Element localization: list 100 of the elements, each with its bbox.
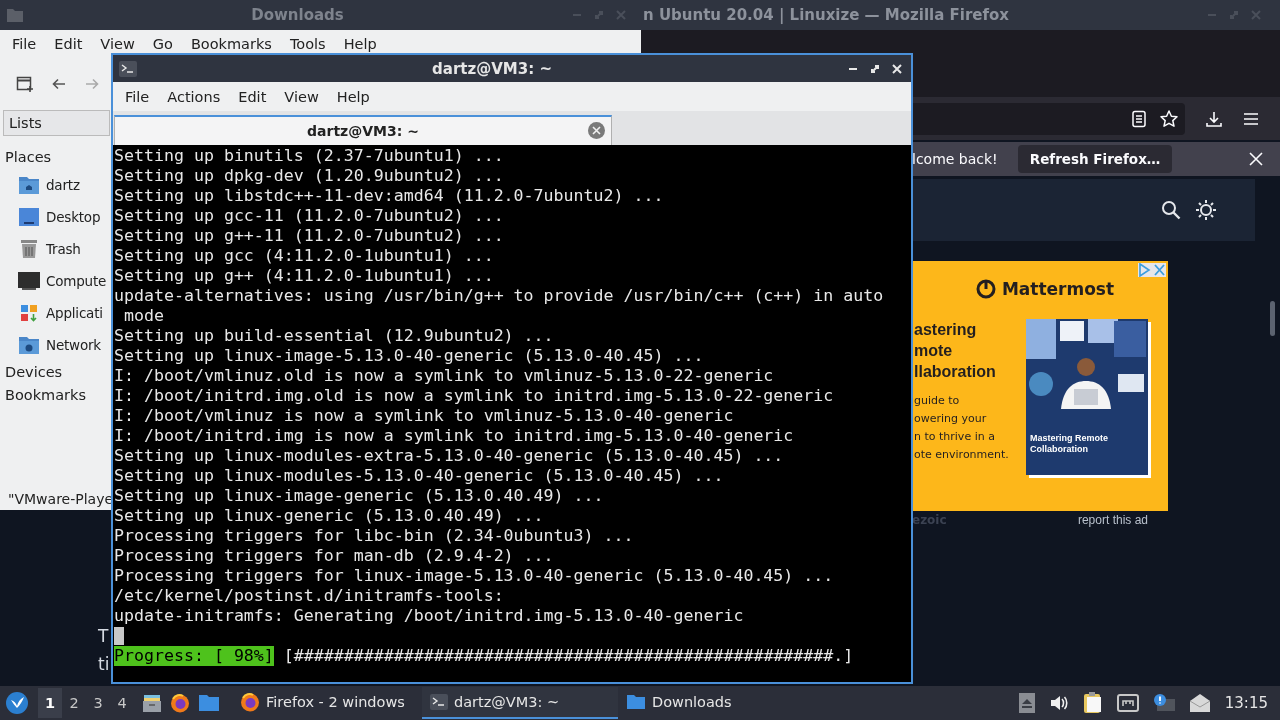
place-item[interactable]: Applicati [5,297,103,329]
eject-icon[interactable] [1018,693,1035,713]
terminal-line: Setting up dpkg-dev (1.20.9ubuntu2) ... [114,166,504,186]
terminal-line: I: /boot/initrd.img is now a symlink to initrd.img-5.13.0-40-generic [114,426,794,446]
menu-item[interactable]: Actions [158,88,230,105]
applications-icon [18,303,40,323]
terminal-line: I: /boot/vmlinuz.old is now a symlink to vmlinuz-5.13.0-22-generic [114,366,774,386]
clock[interactable]: 13:15 [1224,694,1268,712]
section-heading: Places [5,148,52,167]
terminal-line: Setting up build-essential (12.9ubuntu2) ... [114,326,554,346]
network-folder-icon [18,335,40,355]
menu-item[interactable]: Help [327,88,379,105]
start-menu-icon[interactable] [6,692,28,714]
terminal-line: Processing triggers for linux-image-5.13.0-40-generic (5.13.0-40.45) ... [114,566,834,586]
menu-item[interactable]: Edit [45,36,92,52]
menu-item[interactable]: File [3,36,46,52]
task-button[interactable]: Downloads [618,687,814,719]
book-title: Mastering Remote Collaboration [1029,432,1110,455]
terminal-line: Processing triggers for man-db (2.9.4-2) ... [114,546,554,566]
notification-message: lcome back! [912,151,998,167]
terminal-line: Setting up gcc-11 (11.2.0-7ubuntu2) ... [114,206,504,226]
task-button[interactable]: dartz@VM3: ~ [422,687,618,719]
window-title: n Ubuntu 20.04 | Linuxize — Mozilla Firefox [643,6,1011,24]
back-icon[interactable] [51,76,67,92]
search-icon[interactable] [1161,200,1181,220]
browser-icon[interactable] [170,693,190,713]
progress-label: Progress: [ 98%] [114,646,274,666]
terminal-line: Setting up libstdc++-11-dev:amd64 (11.2.0-7ubuntu2) ... [114,186,664,206]
section-heading[interactable]: Devices [5,361,63,384]
terminal-line: Setting up linux-generic (5.13.0.40.49) ... [114,506,544,526]
terminal-line: /etc/kernel/postinst.d/initramfs-tools: [114,586,504,606]
ad-headline: astering mote llaboration [914,320,996,382]
folder-icon[interactable] [198,694,220,712]
workspace-button[interactable]: 1 [38,688,62,718]
volume-icon[interactable] [1048,694,1069,712]
terminal-line: Setting up gcc (4:11.2.0-1ubuntu1) ... [114,246,494,266]
menu-item[interactable]: Edit [229,88,276,105]
article-text: T [98,626,109,646]
address-bar[interactable] [912,102,1185,135]
star-icon[interactable] [1159,108,1179,129]
terminal-line: Setting up binutils (2.37-7ubuntu1) ... [114,146,504,166]
terminal-line: Setting up linux-image-generic (5.13.0.40.49) ... [114,486,604,506]
menu-item[interactable]: Go [143,36,182,52]
window-title: dartz@VM3: ~ [431,59,553,78]
update-alert-icon[interactable] [1152,693,1175,713]
terminal-icon [119,60,137,77]
place-item[interactable]: Network [5,329,101,361]
brand-name: Mattermost [1001,279,1115,299]
workspace-button[interactable]: 2 [62,688,86,718]
terminal-line: Setting up g++-11 (11.2.0-7ubuntu2) ... [114,226,504,246]
report-ad-link[interactable]: report this ad [1077,513,1148,527]
desktop-icon [18,207,40,227]
place-item[interactable]: dartz [5,169,80,201]
terminal-icon [430,694,448,710]
menu-item[interactable]: View [275,88,328,105]
text-cursor [114,627,124,645]
place-item[interactable]: Trash [5,233,81,265]
folder-icon [626,694,646,710]
workspace-button[interactable]: 4 [110,688,134,718]
workspace-button[interactable]: 3 [86,688,110,718]
network-icon[interactable] [1116,694,1139,712]
terminal-tab[interactable]: dartz@VM3: ~ [114,115,612,145]
reader-view-icon[interactable] [1131,109,1147,128]
terminal-line: update-initramfs: Generating /boot/initrd.img-5.13.0-40-generic [114,606,744,626]
menu-item[interactable]: Tools [280,36,335,52]
terminal-line: Setting up linux-image-5.13.0-40-generic (5.13.0-40.45) ... [114,346,704,366]
terminal-line: Processing triggers for libc-bin (2.34-0ubuntu3) ... [114,526,634,546]
menu-icon[interactable] [1243,111,1259,126]
home-folder-icon [18,175,40,195]
terminal-line: Setting up g++ (4:11.2.0-1ubuntu1) ... [114,266,494,286]
refresh-button[interactable]: Refresh Firefox… [1017,145,1173,173]
close-tab-icon[interactable] [588,122,605,139]
menu-item[interactable]: File [116,88,159,105]
menu-item[interactable]: Help [334,36,386,52]
terminal-line: Setting up linux-modules-extra-5.13.0-40-generic (5.13.0-40.45) ... [114,446,784,466]
article-text: ti [98,654,110,674]
side-panel-tab[interactable]: Lists [3,110,110,136]
folder-icon [6,7,24,23]
place-item[interactable]: Compute [5,265,107,297]
terminal-line: I: /boot/initrd.img.old is now a symlink to initrd.img-5.13.0-22-generic [114,386,834,406]
new-window-icon[interactable] [16,75,34,93]
scrollbar-thumb[interactable] [1270,301,1275,336]
maximize-icon[interactable] [869,62,881,75]
menu-item[interactable]: View [91,36,144,52]
status-text: "VMware-Playe [8,491,114,507]
download-icon[interactable] [1205,109,1223,128]
clipboard-icon[interactable] [1082,692,1103,714]
browser-icon [240,692,260,712]
sun-icon[interactable] [1195,199,1217,221]
file-cabinet-icon[interactable] [142,693,162,713]
monitor-icon [18,271,40,291]
window-title: Downloads [250,6,345,24]
menu-item[interactable]: Bookmarks [181,36,281,52]
terminal-line: mode [123,306,164,326]
trash-icon [18,239,40,259]
brand-logo-icon [975,279,996,299]
place-item[interactable]: Desktop [5,201,101,233]
task-button[interactable]: Firefox - 2 windows [232,687,422,719]
section-heading[interactable]: Bookmarks [5,384,86,407]
mail-icon[interactable] [1188,693,1211,713]
